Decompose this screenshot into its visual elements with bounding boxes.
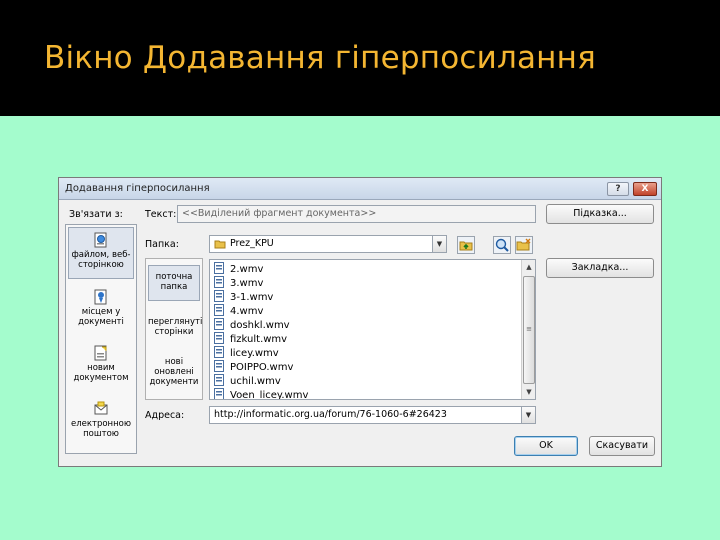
slide-title: Вікно Додавання гіперпосилання — [44, 40, 596, 76]
scroll-down-icon[interactable]: ▼ — [523, 386, 535, 398]
file-name: Voen_licey.wmv — [230, 390, 309, 400]
file-name: fizkult.wmv — [230, 334, 288, 345]
link-new-document-label: новим документом — [73, 363, 129, 383]
folder-select[interactable]: Prez_KPU ▼ — [209, 235, 447, 253]
video-file-icon — [214, 374, 224, 386]
scroll-up-icon[interactable]: ▲ — [523, 261, 535, 273]
list-item[interactable]: 3-1.wmv — [214, 290, 273, 304]
file-name: 3.wmv — [230, 278, 264, 289]
link-type-bar: файлом, веб-сторінкою місцем у документі… — [65, 224, 137, 454]
new-document-icon — [94, 345, 107, 361]
place-in-document-icon — [94, 289, 107, 305]
folder-up-icon[interactable] — [457, 236, 475, 254]
list-item[interactable]: Voen_licey.wmv — [214, 388, 309, 400]
close-button[interactable]: X — [633, 182, 657, 196]
list-item[interactable]: POIPPO.wmv — [214, 360, 293, 374]
video-file-icon — [214, 262, 224, 274]
file-name: doshkl.wmv — [230, 320, 290, 331]
folder-icon — [214, 240, 226, 249]
title-band: Вікно Додавання гіперпосилання — [0, 0, 720, 112]
link-email-label: електронною поштою — [70, 419, 132, 439]
folder-label: Папка: — [145, 239, 179, 250]
ok-button[interactable]: OK — [514, 436, 578, 456]
file-list[interactable]: 2.wmv 3.wmv 3-1.wmv 4.wmv doshkl.wmv fiz… — [209, 259, 536, 400]
video-file-icon — [214, 346, 224, 358]
browse-file-icon[interactable] — [515, 236, 533, 254]
link-email-button[interactable]: електронною поштою — [68, 397, 134, 449]
text-label: Текст: — [145, 209, 177, 220]
folder-value: Prez_KPU — [230, 238, 274, 249]
file-name: 3-1.wmv — [230, 292, 274, 303]
link-to-label: Зв'язати з: — [69, 209, 123, 220]
address-value: http://informatic.org.ua/forum/76-1060-6… — [214, 409, 447, 420]
address-field[interactable]: http://informatic.org.ua/forum/76-1060-6… — [209, 406, 536, 424]
file-name: 2.wmv — [230, 264, 264, 275]
file-name: 4.wmv — [230, 306, 264, 317]
look-in-bar: поточна папка переглянуті сторінки нові … — [145, 258, 203, 400]
list-item[interactable]: doshkl.wmv — [214, 318, 290, 332]
help-button[interactable]: ? — [607, 182, 629, 196]
video-file-icon — [214, 304, 224, 316]
current-folder-button[interactable]: поточна папка — [148, 265, 200, 301]
text-field[interactable]: <<Виділений фрагмент документа>> — [177, 205, 536, 223]
address-dropdown-arrow-icon[interactable]: ▼ — [521, 407, 535, 423]
video-file-icon — [214, 388, 224, 399]
insert-hyperlink-dialog: Додавання гіперпосилання ? X Зв'язати з:… — [58, 177, 662, 467]
recent-files-button[interactable]: нові оновлені документи — [148, 355, 200, 395]
list-item[interactable]: 2.wmv — [214, 262, 263, 276]
list-item[interactable]: uchil.wmv — [214, 374, 281, 388]
file-list-scrollbar[interactable]: ▲ ≡ ▼ — [521, 260, 535, 399]
tooltip-button[interactable]: Підказка... — [546, 204, 654, 224]
bookmark-button[interactable]: Закладка... — [546, 258, 654, 278]
browse-web-icon[interactable] — [493, 236, 511, 254]
email-icon — [94, 401, 108, 415]
video-file-icon — [214, 360, 224, 372]
file-name: POIPPO.wmv — [230, 362, 294, 373]
scroll-thumb[interactable]: ≡ — [523, 276, 535, 384]
browsed-pages-button[interactable]: переглянуті сторінки — [148, 315, 202, 347]
video-file-icon — [214, 290, 224, 302]
link-existing-file-button[interactable]: файлом, веб-сторінкою — [68, 227, 134, 279]
web-page-icon — [94, 232, 107, 248]
link-place-in-document-button[interactable]: місцем у документі — [68, 285, 134, 335]
dialog-titlebar: Додавання гіперпосилання ? X — [59, 178, 661, 200]
list-item[interactable]: 3.wmv — [214, 276, 263, 290]
file-name: licey.wmv — [230, 348, 279, 359]
list-item[interactable]: licey.wmv — [214, 346, 279, 360]
address-label: Адреса: — [145, 410, 185, 421]
link-place-in-document-label: місцем у документі — [78, 307, 124, 327]
dialog-title: Додавання гіперпосилання — [65, 183, 210, 194]
video-file-icon — [214, 332, 224, 344]
list-item[interactable]: 4.wmv — [214, 304, 263, 318]
video-file-icon — [214, 276, 224, 288]
cancel-button[interactable]: Скасувати — [589, 436, 655, 456]
link-existing-file-label: файлом, веб-сторінкою — [71, 250, 131, 270]
link-new-document-button[interactable]: новим документом — [68, 341, 134, 391]
video-file-icon — [214, 318, 224, 330]
folder-dropdown-arrow-icon[interactable]: ▼ — [432, 236, 446, 252]
file-name: uchil.wmv — [230, 376, 281, 387]
list-item[interactable]: fizkult.wmv — [214, 332, 287, 346]
